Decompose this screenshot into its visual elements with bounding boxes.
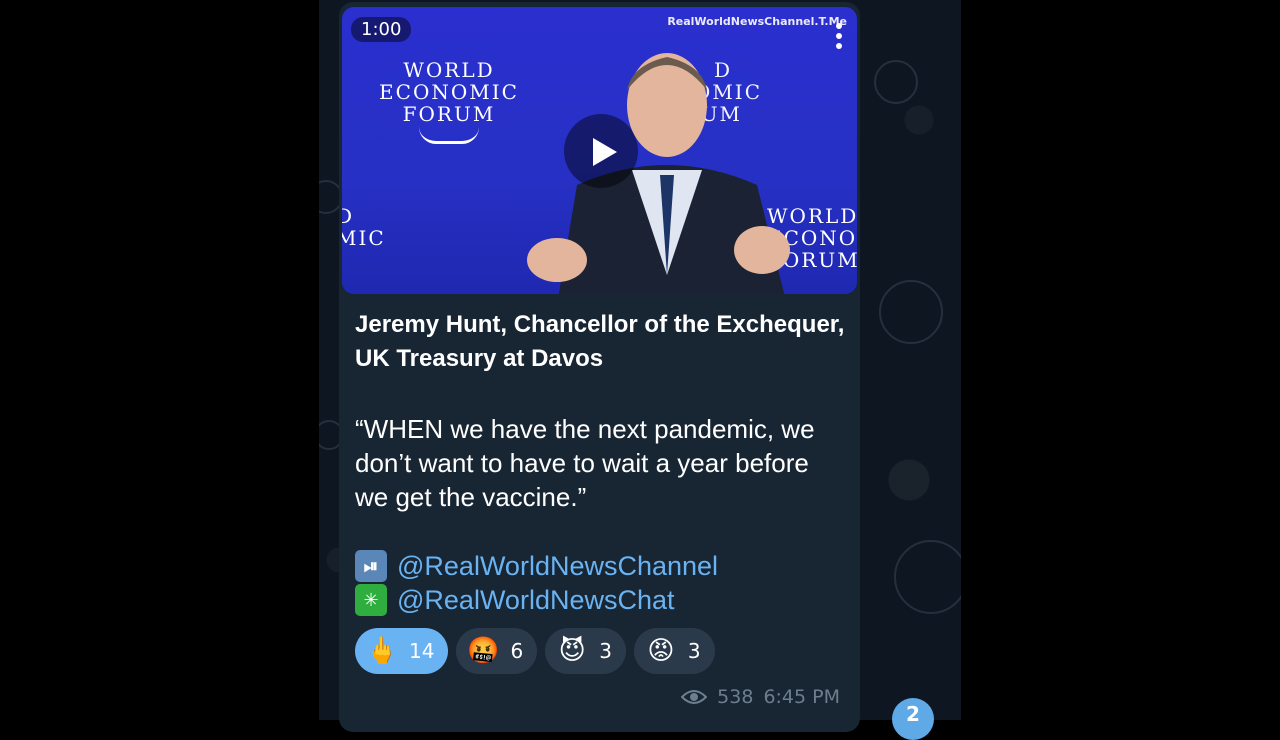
message-bubble: WORLD ECONOMIC FORUM D OMIC UM D MIC WOR… xyxy=(339,2,860,732)
wef-logo-line: D xyxy=(342,204,355,228)
message-meta: 538 6:45 PM xyxy=(681,686,840,708)
cursing-face-icon: 🤬 xyxy=(467,636,500,666)
reaction-bar: 🖕 14 🤬 6 😈 3 😡 3 xyxy=(355,628,715,674)
channel-link-row: ⏯ @RealWorldNewsChannel xyxy=(355,549,718,583)
view-count: 538 xyxy=(717,686,754,708)
reaction-smiling-devil[interactable]: 😈 3 xyxy=(545,628,626,674)
message-quote: “WHEN we have the next pandemic, we don’… xyxy=(355,414,815,512)
message-time: 6:45 PM xyxy=(763,686,840,708)
wef-logo-left: D MIC xyxy=(342,205,386,249)
message-title: Jeremy Hunt, Chancellor of the Exchequer… xyxy=(355,311,845,372)
chat-link[interactable]: @RealWorldNewsChat xyxy=(397,585,675,616)
wef-logo-line: FORUM xyxy=(402,102,496,126)
speaker-figure xyxy=(527,53,790,294)
reaction-count: 3 xyxy=(687,639,701,663)
middle-finger-icon: 🖕 xyxy=(365,636,399,666)
more-options-icon[interactable] xyxy=(835,23,843,53)
reaction-angry-face[interactable]: 😡 3 xyxy=(633,628,715,674)
reaction-count: 3 xyxy=(599,639,612,663)
channel-watermark: RealWorldNewsChannel.T.Me xyxy=(667,15,847,28)
wef-logo: WORLD ECONOMIC FORUM xyxy=(364,59,534,144)
eye-icon xyxy=(681,690,708,704)
video-duration: 1:00 xyxy=(351,17,412,42)
angry-face-icon: 😡 xyxy=(647,636,675,666)
reaction-count: 6 xyxy=(510,639,524,663)
channel-link[interactable]: @RealWorldNewsChannel xyxy=(397,551,718,582)
unread-count-badge[interactable]: 2 xyxy=(892,698,934,740)
reaction-middle-finger[interactable]: 🖕 14 xyxy=(355,628,449,674)
wef-logo-line: ECONOMIC xyxy=(379,80,519,104)
chat-link-row: ✳ @RealWorldNewsChat xyxy=(355,583,675,617)
asterisk-icon: ✳ xyxy=(355,584,387,616)
wef-logo-line: MIC xyxy=(342,226,386,250)
video-player[interactable]: WORLD ECONOMIC FORUM D OMIC UM D MIC WOR… xyxy=(342,7,857,294)
reaction-cursing-face[interactable]: 🤬 6 xyxy=(456,628,538,674)
play-pause-icon: ⏯ xyxy=(355,550,387,582)
doodle-decoration xyxy=(874,60,918,104)
wef-logo-line: WORLD xyxy=(403,58,495,82)
doodle-decoration xyxy=(879,280,943,344)
play-icon[interactable] xyxy=(564,114,638,188)
smiling-devil-icon: 😈 xyxy=(558,636,586,666)
reaction-count: 14 xyxy=(409,639,435,663)
doodle-decoration xyxy=(894,540,961,614)
